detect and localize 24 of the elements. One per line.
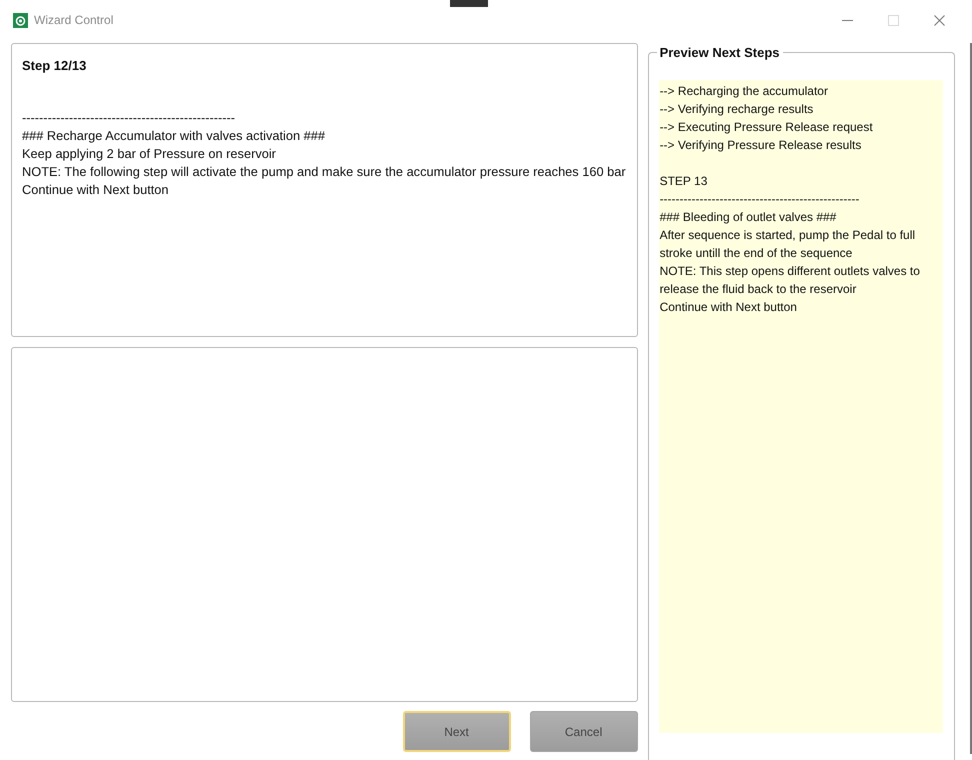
instruction-text: ### Recharge Accumulator with valves activation ### <box>22 126 326 144</box>
step-title: Step 12/13 <box>22 57 88 75</box>
window-title: Wizard Control <box>34 12 114 29</box>
preview-text: --> Verifying Pressure Release results <box>660 137 862 154</box>
preview-text: --> Executing Pressure Release request <box>660 119 874 136</box>
preview-text: --> Recharging the accumulator <box>660 83 829 100</box>
next-button[interactable]: Next <box>402 711 511 752</box>
instruction-text: -------------------------------------------------- <box>22 108 236 126</box>
instruction-text: Continue with Next button <box>22 180 170 198</box>
cancel-button[interactable]: Cancel <box>530 711 638 752</box>
preview-text: ### Bleeding of outlet valves ### <box>660 209 838 226</box>
group-title: Preview Next Steps <box>656 45 783 61</box>
instruction-text: NOTE: The following step will activate the pump and make sure the accumulator pressure reaches 160 bar <box>22 162 627 180</box>
preview-text: NOTE: This step opens different outlets valves to release the fluid back to the reservoir <box>660 263 921 298</box>
handle-icon[interactable] <box>450 0 488 7</box>
preview-text: After sequence is started, pump the Pedal to full stroke untill the end of the sequence <box>660 227 916 262</box>
app-icon <box>13 12 28 28</box>
instruction-text: Keep applying 2 bar of Pressure on reservoir <box>22 144 277 162</box>
preview-text: --> Verifying recharge results <box>660 101 814 118</box>
preview-text: -------------------------------------------------- <box>660 191 860 208</box>
maximize-icon <box>888 14 898 26</box>
close-icon <box>934 14 944 26</box>
preview-text: Continue with Next button <box>660 299 798 316</box>
preview-text: STEP 13 <box>660 173 708 190</box>
